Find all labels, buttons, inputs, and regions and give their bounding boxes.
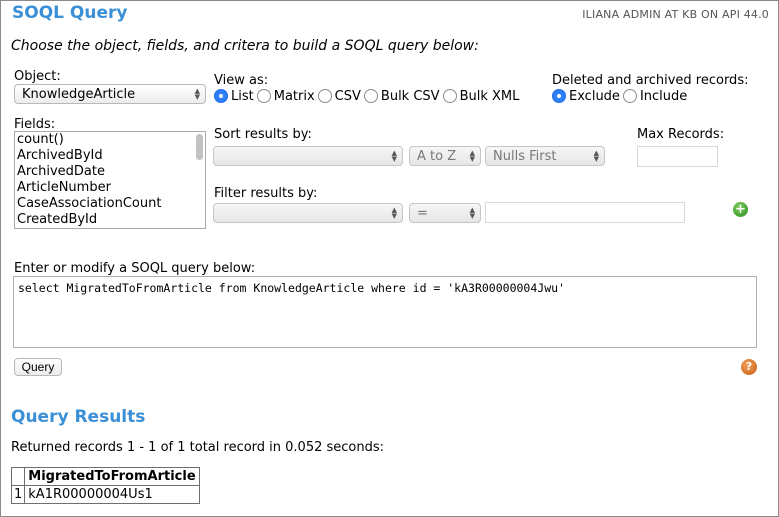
field-option[interactable]: CaseAssociationCount: [15, 196, 205, 212]
filter-value-input[interactable]: [485, 202, 685, 223]
deleted-records-label: Deleted and archived records:: [552, 73, 749, 88]
plus-circle-icon[interactable]: +: [733, 202, 748, 217]
query-button[interactable]: Query: [14, 358, 62, 376]
column-header: MigratedToFromArticle: [24, 467, 200, 486]
radio-icon[interactable]: [363, 88, 378, 103]
select-arrows-icon: ▲ ▼: [469, 149, 475, 163]
select-arrows-icon: ▲ ▼: [391, 206, 397, 220]
view-as-matrix[interactable]: Matrix: [256, 88, 315, 104]
max-records-label: Max Records:: [637, 127, 725, 142]
view-as-radio-group: List Matrix CSV Bulk CSV Bulk XML: [214, 88, 522, 104]
table-cell: kA1R00000004Us1: [24, 485, 200, 504]
select-arrows-icon: ▲ ▼: [469, 206, 475, 220]
field-option[interactable]: count(): [15, 132, 205, 148]
select-arrows-icon: ▲ ▼: [194, 87, 200, 101]
user-info: ILIANA ADMIN AT KB ON API 44.0: [582, 8, 769, 21]
filter-field-select[interactable]: ▲ ▼: [213, 203, 403, 223]
query-editor-label: Enter or modify a SOQL query below:: [14, 261, 256, 276]
select-arrows-icon: ▲ ▼: [391, 149, 397, 163]
sort-label: Sort results by:: [214, 127, 312, 142]
page-title: SOQL Query: [12, 3, 128, 23]
radio-icon[interactable]: [256, 88, 271, 103]
fields-label: Fields:: [14, 117, 56, 132]
field-option[interactable]: CreatedById: [15, 212, 205, 228]
field-option[interactable]: ArchivedById: [15, 148, 205, 164]
max-records-input[interactable]: [637, 146, 718, 167]
view-as-bulk-csv[interactable]: Bulk CSV: [363, 88, 440, 104]
results-table: MigratedToFromArticle 1 kA1R00000004Us1: [10, 467, 200, 504]
view-as-label: View as:: [214, 73, 269, 88]
filter-operator-select[interactable]: = ▲ ▼: [409, 203, 481, 223]
radio-icon[interactable]: [442, 88, 457, 103]
view-as-list[interactable]: List: [214, 88, 254, 104]
radio-selected-icon[interactable]: [552, 88, 566, 103]
question-circle-icon[interactable]: ?: [741, 359, 757, 375]
view-as-bulk-xml[interactable]: Bulk XML: [442, 88, 519, 104]
results-summary: Returned records 1 - 1 of 1 total record…: [11, 440, 385, 455]
radio-selected-icon[interactable]: [214, 88, 228, 103]
view-as-csv[interactable]: CSV: [317, 88, 361, 104]
row-index-header: [10, 467, 26, 486]
sort-field-select[interactable]: ▲ ▼: [213, 146, 403, 166]
query-textarea[interactable]: [13, 276, 757, 348]
object-select[interactable]: KnowledgeArticle ▲ ▼: [14, 84, 206, 104]
object-select-value: KnowledgeArticle: [22, 86, 136, 102]
results-header-row: MigratedToFromArticle: [10, 467, 200, 486]
row-index: 1: [10, 485, 26, 504]
object-label: Object:: [14, 69, 61, 84]
table-row: 1 kA1R00000004Us1: [10, 485, 200, 504]
field-option[interactable]: ArchivedDate: [15, 164, 205, 180]
deleted-include[interactable]: Include: [622, 88, 687, 104]
results-title: Query Results: [11, 407, 146, 427]
deleted-exclude[interactable]: Exclude: [552, 88, 620, 104]
radio-icon[interactable]: [317, 88, 332, 103]
sort-direction-select[interactable]: A to Z ▲ ▼: [409, 146, 481, 166]
instructions: Choose the object, fields, and critera t…: [11, 38, 479, 54]
filter-label: Filter results by:: [214, 186, 318, 201]
field-option[interactable]: ArticleNumber: [15, 180, 205, 196]
radio-icon[interactable]: [622, 88, 637, 103]
fields-scrollbar[interactable]: [196, 134, 203, 160]
deleted-records-radio-group: Exclude Include: [552, 88, 690, 104]
sort-nulls-select[interactable]: Nulls First ▲ ▼: [485, 146, 605, 166]
fields-listbox[interactable]: count() ArchivedById ArchivedDate Articl…: [14, 131, 206, 229]
select-arrows-icon: ▲ ▼: [593, 149, 599, 163]
